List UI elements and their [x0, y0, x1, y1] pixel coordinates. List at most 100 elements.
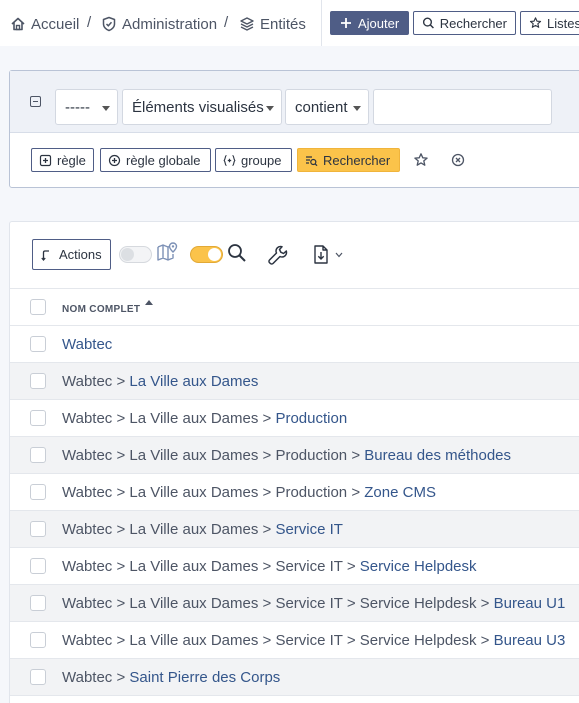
- braces-plus-icon: [223, 154, 236, 166]
- entity-full-name: Wabtec > La Ville aux Dames > Service IT…: [62, 558, 477, 575]
- row-checkbox[interactable]: [30, 558, 46, 574]
- row-checkbox[interactable]: [30, 336, 46, 352]
- chevron-down-icon: [266, 106, 274, 111]
- entity-link[interactable]: Zone CMS: [364, 484, 436, 501]
- scope-select[interactable]: Éléments visualisés: [122, 89, 282, 125]
- table-row[interactable]: Wabtec > La Ville aux Dames > Service IT…: [10, 622, 579, 659]
- add-group-button[interactable]: groupe: [215, 148, 292, 172]
- add-global-rule-button[interactable]: règle globale: [100, 148, 211, 172]
- wrench-icon[interactable]: [267, 244, 289, 266]
- breadcrumb-entities-label: Entités: [260, 15, 306, 33]
- file-export-icon[interactable]: [312, 244, 332, 265]
- row-checkbox[interactable]: [30, 447, 46, 463]
- entity-full-name: Wabtec > Saint Pierre des Corps: [62, 669, 280, 686]
- operator-select-value: contient: [295, 98, 348, 116]
- row-checkbox[interactable]: [30, 410, 46, 426]
- star-icon[interactable]: [413, 152, 429, 168]
- entity-full-name: Wabtec > La Ville aux Dames > Service IT…: [62, 632, 565, 649]
- entity-path-prefix: Wabtec > La Ville aux Dames > Service IT…: [62, 558, 356, 575]
- close-circle-icon[interactable]: [451, 153, 465, 167]
- row-checkbox[interactable]: [30, 595, 46, 611]
- breadcrumb-separator: /: [224, 14, 229, 31]
- entity-full-name: Wabtec > La Ville aux Dames > Service IT: [62, 521, 343, 538]
- search-button[interactable]: Rechercher: [413, 11, 516, 35]
- row-checkbox[interactable]: [30, 484, 46, 500]
- table-row[interactable]: Wabtec: [10, 326, 579, 363]
- table-row[interactable]: Wabtec > La Ville aux Dames > Production: [10, 400, 579, 437]
- entity-link[interactable]: Saint Pierre des Corps: [129, 669, 280, 686]
- table-row[interactable]: Wabtec > La Ville aux Dames: [10, 363, 579, 400]
- home-icon: [11, 17, 25, 31]
- entity-full-name: Wabtec > La Ville aux Dames > Production…: [62, 484, 436, 501]
- run-search-button[interactable]: Rechercher: [297, 148, 400, 172]
- entity-link[interactable]: Bureau des méthodes: [364, 447, 511, 464]
- select-all-checkbox[interactable]: [30, 299, 46, 315]
- breadcrumb-home[interactable]: Accueil: [10, 14, 79, 34]
- corner-arrow-icon: [41, 249, 49, 261]
- entity-path-prefix: Wabtec >: [62, 373, 126, 390]
- entity-path-prefix: Wabtec > La Ville aux Dames > Production…: [62, 484, 361, 501]
- entity-full-name: Wabtec > La Ville aux Dames > Service IT…: [62, 595, 565, 612]
- add-global-rule-label: règle globale: [126, 152, 201, 168]
- sort-ascending-icon: [145, 300, 153, 305]
- add-rule-label: règle: [57, 152, 86, 168]
- breadcrumb-home-label: Accueil: [31, 15, 80, 33]
- entity-full-name: Wabtec: [62, 336, 112, 353]
- criteria-value-input[interactable]: [373, 89, 552, 125]
- shield-check-icon: [102, 16, 116, 32]
- results-card: Actions NOM COMPLET Wabtec Wabtec > La Vi…: [9, 221, 579, 703]
- lists-button-label: Listes: [547, 15, 579, 31]
- field-select[interactable]: -----: [55, 89, 118, 125]
- table-row[interactable]: Wabtec > La Ville aux Dames > Service IT: [10, 511, 579, 548]
- plus-square-icon: [39, 154, 52, 166]
- table-row[interactable]: Wabtec > La Ville aux Dames > Service IT…: [10, 585, 579, 622]
- top-header: Accueil / Administration / Entités Ajout…: [0, 0, 579, 46]
- field-select-value: -----: [65, 98, 90, 116]
- entity-link[interactable]: La Ville aux Dames: [129, 373, 258, 390]
- minus-square-icon[interactable]: [30, 96, 41, 107]
- plus-icon: [341, 18, 351, 28]
- entity-full-name: Wabtec > La Ville aux Dames > Production…: [62, 447, 511, 464]
- table-row[interactable]: Wabtec > La Ville aux Dames > Service IT…: [10, 548, 579, 585]
- chevron-down-icon[interactable]: [335, 252, 343, 258]
- filter-toggle[interactable]: [190, 246, 223, 263]
- entity-link[interactable]: Bureau U3: [494, 632, 566, 649]
- entity-link[interactable]: Bureau U1: [494, 595, 566, 612]
- scope-select-value: Éléments visualisés: [132, 98, 264, 116]
- add-button[interactable]: Ajouter: [330, 11, 409, 35]
- breadcrumb-separator: /: [87, 14, 92, 31]
- layers-icon: [240, 17, 254, 31]
- breadcrumb-administration[interactable]: Administration: [101, 14, 217, 34]
- entity-link[interactable]: Service Helpdesk: [360, 558, 477, 575]
- table-row[interactable]: Wabtec > La Ville aux Dames > Production…: [10, 474, 579, 511]
- lists-button[interactable]: Listes: [520, 11, 579, 35]
- actions-button[interactable]: Actions: [32, 239, 111, 270]
- entity-link[interactable]: Production: [275, 410, 347, 427]
- table-row[interactable]: Wabtec > Saint Pierre des Corps: [10, 659, 579, 696]
- header-divider: [321, 0, 322, 46]
- entity-path-prefix: Wabtec > La Ville aux Dames >: [62, 410, 272, 427]
- search-icon: [422, 17, 434, 29]
- search-button-label: Rechercher: [439, 15, 507, 31]
- row-checkbox[interactable]: [30, 521, 46, 537]
- add-rule-button[interactable]: règle: [31, 148, 94, 172]
- entity-full-name: Wabtec > La Ville aux Dames: [62, 373, 258, 390]
- row-checkbox[interactable]: [30, 632, 46, 648]
- row-checkbox[interactable]: [30, 373, 46, 389]
- add-button-label: Ajouter: [358, 15, 400, 31]
- breadcrumb-entities[interactable]: Entités: [239, 14, 306, 34]
- entity-link[interactable]: Wabtec: [62, 336, 112, 353]
- toggle-knob: [208, 248, 221, 261]
- search-icon[interactable]: [227, 243, 247, 263]
- list-search-icon: [306, 155, 318, 166]
- map-pin-icon[interactable]: [156, 241, 178, 263]
- entity-path-prefix: Wabtec > La Ville aux Dames > Production…: [62, 447, 361, 464]
- row-checkbox[interactable]: [30, 669, 46, 685]
- table-header: NOM COMPLET: [10, 288, 579, 326]
- operator-select[interactable]: contient: [285, 89, 369, 125]
- entity-link[interactable]: Service IT: [275, 521, 343, 538]
- map-toggle[interactable]: [119, 246, 152, 263]
- run-search-label: Rechercher: [323, 152, 391, 168]
- table-row[interactable]: Wabtec > La Ville aux Dames > Production…: [10, 437, 579, 474]
- column-header-full-name[interactable]: NOM COMPLET: [62, 304, 140, 315]
